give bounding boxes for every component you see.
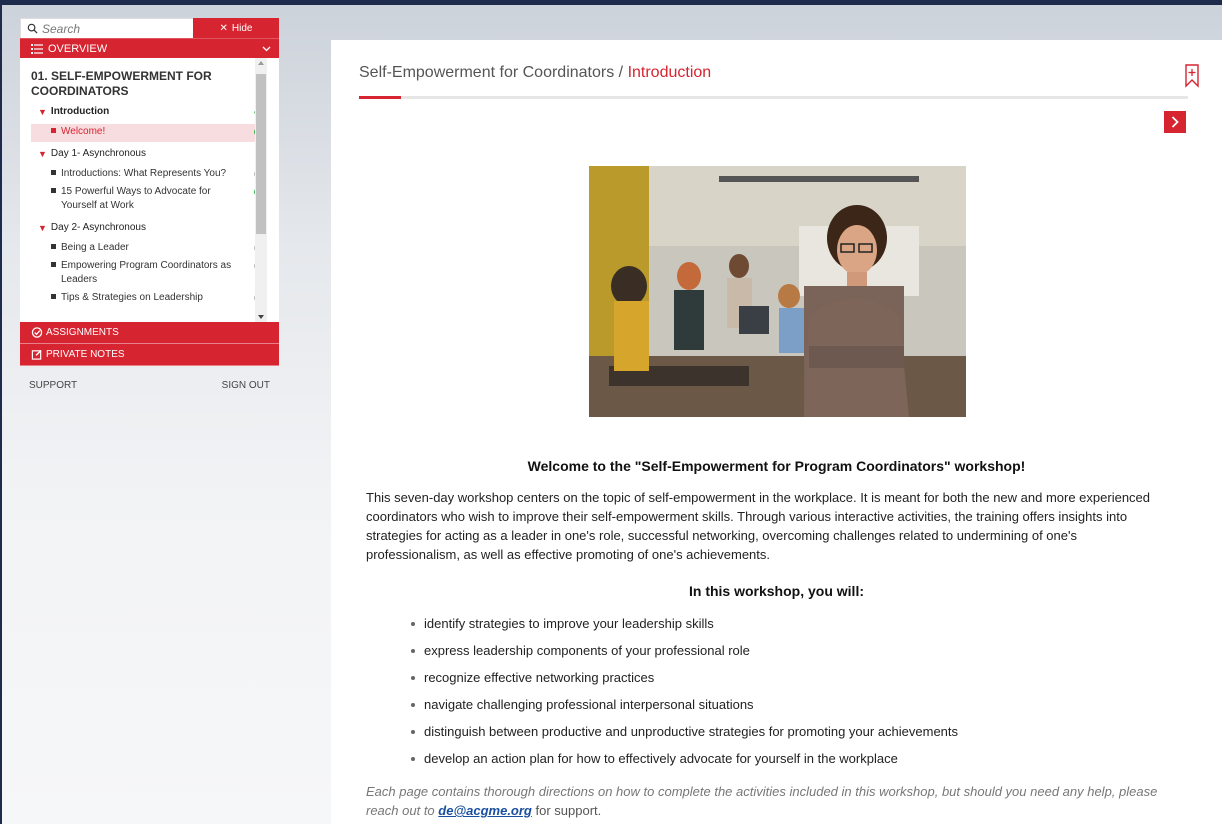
caret-down-icon: ▼ [38, 148, 47, 159]
lesson-label: Introductions: What Represents You? [61, 168, 227, 179]
goal-item: navigate challenging professional interp… [411, 695, 958, 722]
section-label: Introduction [50, 106, 110, 117]
hero-photo [589, 166, 966, 417]
lesson-introductions[interactable]: Introductions: What Represents You? [31, 166, 262, 184]
scroll-up-arrow-icon[interactable] [258, 61, 264, 65]
support-email-link[interactable]: de@acgme.org [438, 803, 532, 818]
section-day-1[interactable]: ▼ Day 1- Asynchronous [31, 146, 262, 161]
square-bullet-icon [51, 244, 56, 249]
lesson-tips-strategies[interactable]: Tips & Strategies on Leadership [31, 290, 262, 308]
scroll-down-arrow-icon[interactable] [258, 315, 264, 319]
square-bullet-icon [51, 128, 56, 133]
window-frame-left [0, 0, 2, 824]
course-tree: 01. SELF-EMPOWERMENT FOR COORDINATORS ▼ … [20, 58, 262, 322]
support-link[interactable]: SUPPORT [29, 380, 77, 391]
private-notes-button[interactable]: PRIVATE NOTES [20, 344, 279, 366]
intro-paragraph: This seven-day workshop centers on the t… [366, 490, 1151, 562]
main-content: Self-Empowerment for Coordinators / Intr… [331, 40, 1222, 824]
square-bullet-icon [51, 188, 56, 193]
section-day-2[interactable]: ▼ Day 2- Asynchronous [31, 220, 262, 235]
private-notes-label: PRIVATE NOTES [46, 349, 125, 360]
section-label: Day 1- Asynchronous [50, 148, 146, 159]
lesson-label: Welcome! [61, 126, 106, 137]
lesson-15-powerful-ways[interactable]: 15 Powerful Ways to Advocate for Yoursel… [31, 184, 262, 216]
assignments-label: ASSIGNMENTS [46, 327, 119, 338]
section-label: Day 2- Asynchronous [50, 222, 146, 233]
bookmark-add-icon[interactable] [1184, 64, 1200, 88]
square-bullet-icon [51, 294, 56, 299]
goal-item: recognize effective networking practices [411, 668, 958, 695]
overview-toggle[interactable]: OVERVIEW [20, 38, 279, 58]
breadcrumb: Self-Empowerment for Coordinators / Intr… [359, 64, 711, 82]
sidebar: ✕ Hide OVERVIEW 01. SELF-EMPOWERMENT FOR… [20, 18, 279, 391]
goals-heading: In this workshop, you will: [688, 583, 864, 599]
goal-item: express leadership components of your pr… [411, 641, 958, 668]
breadcrumb-accent [359, 96, 401, 99]
breadcrumb-course[interactable]: Self-Empowerment for Coordinators [359, 64, 614, 81]
welcome-heading: Welcome to the "Self-Empowerment for Pro… [527, 458, 1026, 474]
window-frame-top [0, 0, 1222, 5]
list-icon [31, 43, 43, 54]
section-introduction[interactable]: ▼ Introduction ✓ [31, 104, 262, 119]
sidebar-footer: SUPPORT SIGN OUT [20, 380, 279, 391]
caret-down-icon: ▼ [38, 106, 47, 117]
breadcrumb-separator: / [614, 64, 628, 81]
lesson-label: Empowering Program Coordinators as Leade… [61, 260, 232, 285]
breadcrumb-divider [359, 96, 1188, 99]
hide-label: Hide [231, 22, 253, 34]
search-icon [27, 23, 38, 34]
sign-out-link[interactable]: SIGN OUT [222, 380, 270, 391]
next-page-button[interactable] [1164, 111, 1186, 133]
caret-down-icon: ▼ [38, 222, 47, 233]
overview-label: OVERVIEW [48, 42, 108, 55]
goal-item: identify strategies to improve your lead… [411, 614, 958, 641]
lesson-welcome[interactable]: Welcome! [31, 124, 262, 142]
help-paragraph: Each page contains thorough directions o… [366, 782, 1186, 820]
lesson-label: Being a Leader [61, 242, 129, 253]
office-team-photo [589, 166, 966, 417]
goals-list: identify strategies to improve your lead… [411, 614, 958, 776]
lesson-label: 15 Powerful Ways to Advocate for Yoursel… [61, 186, 211, 211]
square-bullet-icon [51, 170, 56, 175]
chevron-right-icon [1171, 116, 1179, 128]
search-input[interactable] [42, 21, 182, 36]
assignments-button[interactable]: ASSIGNMENTS [20, 322, 279, 344]
search-row: ✕ Hide [20, 18, 279, 38]
lesson-being-a-leader[interactable]: Being a Leader [31, 240, 262, 258]
edit-note-icon [31, 349, 42, 360]
hide-sidebar-button[interactable]: ✕ Hide [193, 18, 279, 38]
chevron-down-icon [262, 46, 271, 51]
goal-item: develop an action plan for how to effect… [411, 749, 958, 776]
breadcrumb-current: Introduction [627, 64, 712, 81]
scrollbar-thumb[interactable] [256, 74, 266, 234]
square-bullet-icon [51, 262, 56, 267]
lesson-empowering-coordinators[interactable]: Empowering Program Coordinators as Leade… [31, 258, 262, 290]
search-box[interactable] [20, 18, 193, 38]
course-tree-panel: 01. SELF-EMPOWERMENT FOR COORDINATORS ▼ … [20, 58, 279, 322]
course-title: 01. SELF-EMPOWERMENT FOR COORDINATORS [31, 69, 212, 98]
help-text-after: for support. [531, 803, 602, 818]
close-icon: ✕ [219, 22, 228, 34]
assignments-icon [31, 327, 43, 338]
goal-item: distinguish between productive and unpro… [411, 722, 958, 749]
lesson-label: Tips & Strategies on Leadership [61, 292, 203, 303]
tree-scrollbar[interactable] [255, 58, 267, 322]
